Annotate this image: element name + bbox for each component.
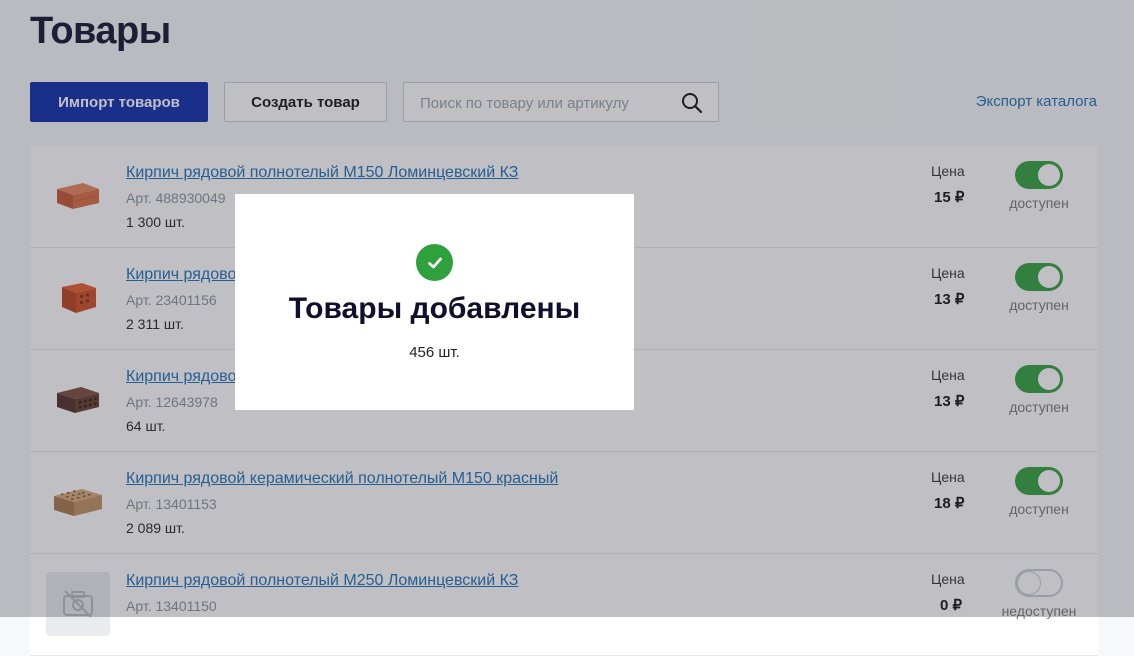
check-circle-icon <box>416 244 453 281</box>
success-dialog: Товары добавлены 456 шт. <box>235 194 634 410</box>
dialog-title: Товары добавлены <box>288 292 581 325</box>
dialog-count: 456 шт. <box>409 344 460 361</box>
